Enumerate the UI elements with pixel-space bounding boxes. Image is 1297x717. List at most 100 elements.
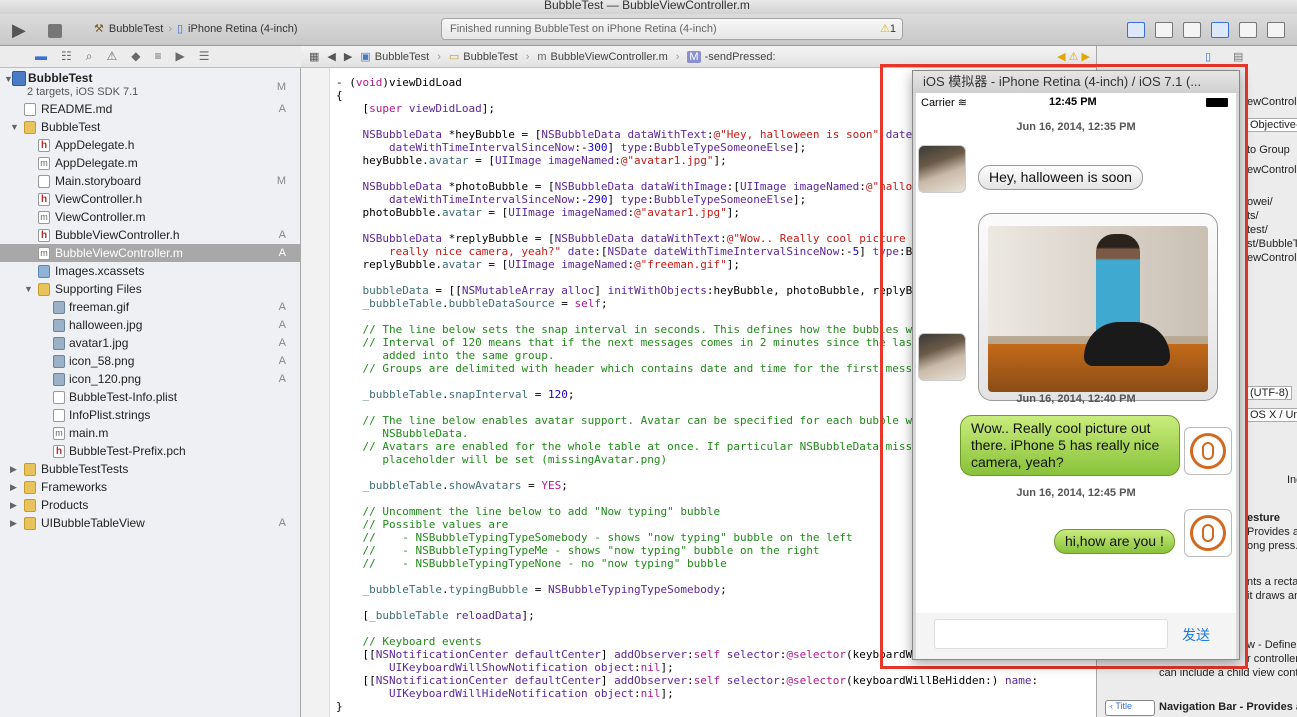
disclosure-open-icon[interactable]: ▼ <box>24 280 33 298</box>
debug-icon[interactable]: ≡ <box>155 49 162 67</box>
image-file-icon <box>53 337 65 350</box>
battery-icon <box>1206 98 1228 107</box>
activity-status: Finished running BubbleTest on iPhone Re… <box>441 18 903 40</box>
breadcrumb-group[interactable]: ▭ BubbleTest <box>449 50 518 64</box>
debug-toggle-icon[interactable] <box>1239 22 1257 38</box>
run-button[interactable]: ▶ <box>12 20 32 40</box>
folder-icon <box>24 499 36 512</box>
header-file-icon: h <box>53 445 65 458</box>
disclosure-closed-icon[interactable]: ▶ <box>10 478 17 496</box>
search-icon[interactable]: ⌕ <box>86 49 93 67</box>
disclosure-closed-icon[interactable]: ▶ <box>10 514 17 532</box>
image-file-icon <box>53 319 65 332</box>
group-row[interactable]: ▶ BubbleTestTests <box>0 460 300 478</box>
folder-icon[interactable]: ▬ <box>35 49 47 67</box>
forward-arrow-icon[interactable]: ▶ <box>344 50 352 63</box>
source-file-icon: m <box>537 50 547 63</box>
assistant-editor-icon[interactable] <box>1155 22 1173 38</box>
test-icon[interactable]: ◆ <box>131 49 140 67</box>
wifi-icon: ≋ <box>957 97 967 109</box>
disclosure-closed-icon[interactable]: ▶ <box>10 460 17 478</box>
help-inspector-icon[interactable]: ▤ <box>1233 50 1243 63</box>
message-bubble-outgoing[interactable]: Wow.. Really cool picture out there. iPh… <box>960 415 1180 476</box>
standard-editor-icon[interactable] <box>1127 22 1145 38</box>
file-row[interactable]: freeman.gif A <box>0 298 300 316</box>
message-bubble-outgoing[interactable]: hi,how are you ! <box>1054 529 1175 554</box>
file-row[interactable]: m main.m <box>0 424 300 442</box>
group-row[interactable]: ▶ Frameworks <box>0 478 300 496</box>
photo-bubble-incoming[interactable] <box>978 213 1218 401</box>
chevron-right-icon: › <box>525 50 530 63</box>
file-row[interactable]: icon_120.png A <box>0 370 300 388</box>
ios-simulator-window: iOS 模拟器 - iPhone Retina (4-inch) / iOS 7… <box>912 70 1240 660</box>
image-file-icon <box>53 301 65 314</box>
project-root[interactable]: ▼ BubbleTest 2 targets, iOS SDK 7.1 M <box>0 69 300 99</box>
file-row[interactable]: Main.storyboard M <box>0 172 300 190</box>
simulator-screen[interactable]: Carrier ≋ 12:45 PM Jun 16, 2014, 12:35 P… <box>916 93 1236 659</box>
warning-count[interactable]: ⚠1 <box>880 22 896 35</box>
breakpoint-icon[interactable]: ▶ <box>176 49 185 67</box>
window-titlebar: BubbleTest — BubbleViewController.m <box>0 0 1297 14</box>
chevron-right-icon: › <box>168 22 172 35</box>
file-row-selected[interactable]: m BubbleViewController.m A <box>0 244 300 262</box>
breadcrumb-project[interactable]: ▣ BubbleTest <box>360 50 429 64</box>
freeman-avatar <box>1184 509 1232 557</box>
strings-file-icon <box>53 409 65 422</box>
log-icon[interactable]: ☰ <box>199 49 210 67</box>
file-row[interactable]: InfoPlist.strings <box>0 406 300 424</box>
issue-icon[interactable]: ⚠ <box>107 49 118 67</box>
status-text: Finished running BubbleTest on iPhone Re… <box>450 23 717 35</box>
date-header: Jun 16, 2014, 12:35 PM <box>1016 121 1136 133</box>
send-button[interactable]: 发送 <box>1182 625 1210 645</box>
image-file-icon <box>53 373 65 386</box>
breadcrumb-method[interactable]: M -sendPressed: <box>687 50 776 63</box>
editor-gutter <box>301 68 330 717</box>
navigator-toggle-icon[interactable] <box>1211 22 1229 38</box>
hierarchy-icon[interactable]: ☷ <box>61 49 72 67</box>
group-row[interactable]: ▼ Supporting Files <box>0 280 300 298</box>
file-row[interactable]: BubbleTest-Info.plist <box>0 388 300 406</box>
file-row[interactable]: h ViewController.h <box>0 190 300 208</box>
file-row[interactable]: h BubbleViewController.h A <box>0 226 300 244</box>
folder-icon <box>24 481 36 494</box>
plist-file-icon <box>53 391 65 404</box>
file-row[interactable]: m AppDelegate.m <box>0 154 300 172</box>
file-row[interactable]: Images.xcassets <box>0 262 300 280</box>
navigation-bar-object-icon: ‹ Title <box>1105 700 1155 716</box>
disclosure-open-icon[interactable]: ▼ <box>10 118 19 136</box>
simulator-title: iOS 模拟器 - iPhone Retina (4-inch) / iOS 7… <box>913 71 1239 93</box>
breadcrumb-file[interactable]: m BubbleViewController.m <box>537 51 667 63</box>
utilities-toggle-icon[interactable] <box>1267 22 1285 38</box>
scheme-selector[interactable]: ⚒ BubbleTest › ▯ iPhone Retina (4-inch) <box>94 22 298 36</box>
file-row[interactable]: h BubbleTest-Prefix.pch <box>0 442 300 460</box>
phone-icon: ▯ <box>176 23 184 35</box>
hl-logo-icon <box>1190 515 1226 551</box>
file-row[interactable]: m ViewController.m <box>0 208 300 226</box>
back-arrow-icon[interactable]: ◀ <box>327 50 335 63</box>
file-row[interactable]: README.md A <box>0 100 300 118</box>
group-row[interactable]: ▶ Products <box>0 496 300 514</box>
image-file-icon <box>53 355 65 368</box>
header-file-icon: h <box>38 193 50 206</box>
grid-icon[interactable]: ▦ <box>309 50 319 63</box>
file-row[interactable]: avatar1.jpg A <box>0 334 300 352</box>
date-header: Jun 16, 2014, 12:40 PM <box>1016 393 1136 405</box>
file-inspector-icon[interactable]: ▯ <box>1205 50 1211 63</box>
file-row[interactable]: h AppDelegate.h <box>0 136 300 154</box>
main-toolbar: ▶ ⚒ BubbleTest › ▯ iPhone Retina (4-inch… <box>0 14 1297 46</box>
date-header: Jun 16, 2014, 12:45 PM <box>1016 487 1136 499</box>
project-icon <box>12 71 26 86</box>
group-row[interactable]: ▼ BubbleTest <box>0 118 300 136</box>
stop-button[interactable] <box>48 24 62 38</box>
message-input[interactable] <box>934 619 1168 649</box>
file-row[interactable]: icon_58.png A <box>0 352 300 370</box>
version-editor-icon[interactable] <box>1183 22 1201 38</box>
message-bubble-incoming[interactable]: Hey, halloween is soon <box>978 165 1143 190</box>
method-icon: M <box>687 50 701 63</box>
warning-icon[interactable]: ◀ ⚠ ▶ <box>1057 50 1090 63</box>
group-row[interactable]: ▶ UIBubbleTableView A <box>0 514 300 532</box>
disclosure-closed-icon[interactable]: ▶ <box>10 496 17 514</box>
window-title: BubbleTest — BubbleViewController.m <box>544 0 750 12</box>
chevron-right-icon: › <box>437 50 441 63</box>
file-row[interactable]: halloween.jpg A <box>0 316 300 334</box>
